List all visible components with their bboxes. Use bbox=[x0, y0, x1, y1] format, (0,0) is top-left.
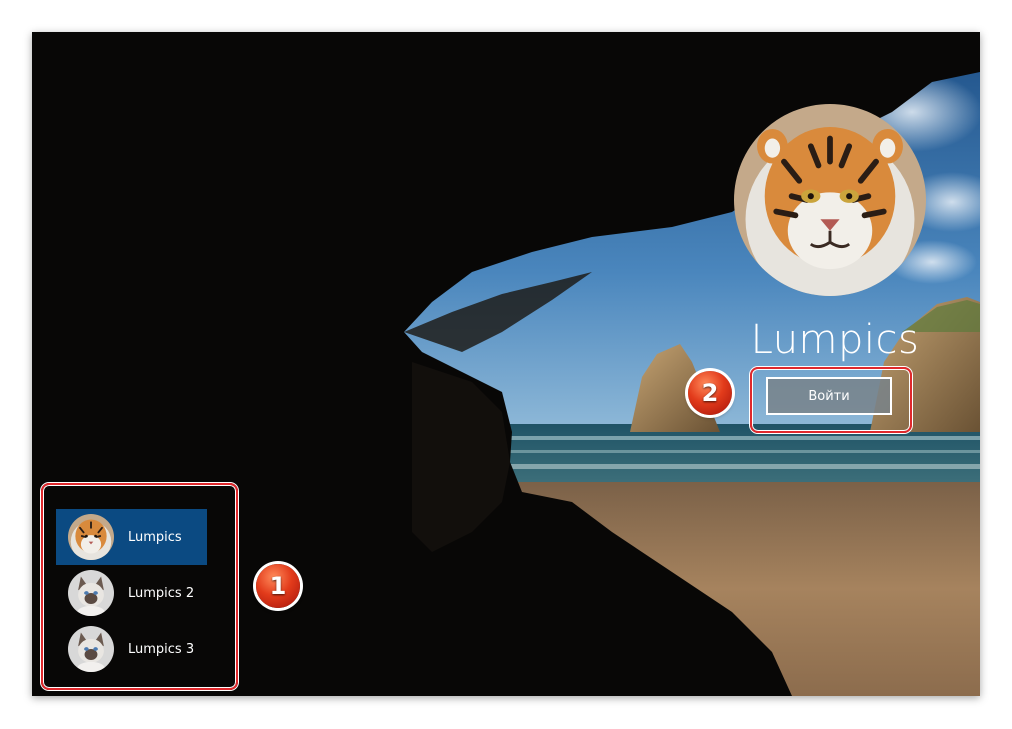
cat-avatar-icon bbox=[68, 570, 114, 616]
user-item-label: Lumpics 2 bbox=[128, 585, 195, 601]
annotation-badge-1: 1 bbox=[256, 564, 300, 608]
user-switcher-list: Lumpics Lumpics 2 Lumpics 3 bbox=[56, 509, 207, 677]
user-item-lumpics-3[interactable]: Lumpics 3 bbox=[56, 621, 207, 677]
user-item-label: Lumpics bbox=[128, 529, 182, 545]
tiger-avatar-icon bbox=[68, 514, 114, 560]
lock-screen: Lumpics Войти 2 Lumpics Lumpics 2 Lumpic… bbox=[32, 32, 980, 696]
user-item-lumpics-2[interactable]: Lumpics 2 bbox=[56, 565, 207, 621]
annotation-badge-2: 2 bbox=[688, 371, 732, 415]
signin-button[interactable]: Войти bbox=[766, 377, 892, 415]
tiger-avatar-icon bbox=[734, 104, 926, 296]
user-item-label: Lumpics 3 bbox=[128, 641, 195, 657]
account-name: Lumpics bbox=[750, 317, 920, 363]
user-item-lumpics[interactable]: Lumpics bbox=[56, 509, 207, 565]
cat-avatar-icon bbox=[68, 626, 114, 672]
